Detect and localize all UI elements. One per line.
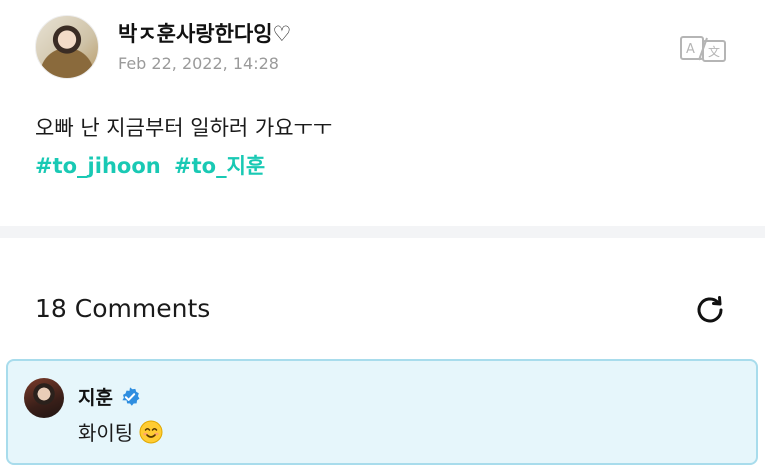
refresh-icon	[697, 296, 723, 323]
post-body: 오빠 난 지금부터 일하러 가요ㅜㅜ	[35, 116, 333, 140]
comment-text: 화이팅	[78, 421, 134, 445]
post: 박ㅈ훈사랑한다잉♡ Feb 22, 2022, 14:28 A 文 오빠 난 지…	[0, 0, 765, 226]
section-divider	[0, 226, 765, 238]
commenter-avatar[interactable]	[24, 378, 64, 418]
refresh-button[interactable]	[690, 290, 730, 330]
post-timestamp: Feb 22, 2022, 14:28	[118, 54, 279, 73]
translate-icon: A 文	[680, 36, 726, 62]
commenter-name[interactable]: 지훈	[78, 383, 113, 410]
author-avatar[interactable]	[35, 15, 99, 79]
comment-body: 화이팅	[78, 417, 163, 446]
translate-button[interactable]: A 文	[679, 34, 727, 64]
smiling-face-emoji-icon	[139, 420, 163, 443]
svg-text:A: A	[686, 42, 695, 57]
svg-text:文: 文	[708, 44, 720, 59]
hashtag-list: #to_jihoon #to_지훈	[35, 150, 271, 180]
hashtag-link[interactable]: #to_jihoon	[35, 154, 161, 178]
hashtag-link[interactable]: #to_지훈	[174, 154, 265, 178]
author-name[interactable]: 박ㅈ훈사랑한다잉♡	[118, 18, 291, 48]
commenter-row: 지훈	[78, 383, 141, 410]
comments-count-header: 18 Comments	[35, 294, 211, 323]
verified-badge-icon	[122, 386, 140, 406]
comment-item[interactable]: 지훈 화이팅	[6, 359, 758, 465]
